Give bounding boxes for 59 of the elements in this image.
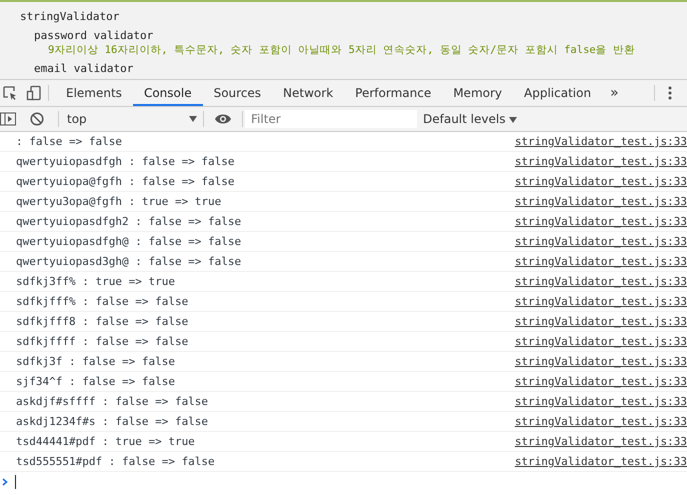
description-text: 9자리이상 16자리이하, 특수문자, 숫자 포함이 아닐때와 5자리 연속숫자, 동일 숫자/문자 포함시 false을 반환 xyxy=(47,43,636,57)
devtools-tab[interactable]: Performance xyxy=(344,80,442,106)
console-message: sdfkjfff% : false => false xyxy=(16,295,190,308)
source-link[interactable]: stringValidator_test.js:33 xyxy=(514,215,687,228)
console-message: qwertyu3opa@fgfh : true => true xyxy=(16,195,222,208)
console-message: tsd555551#pdf : false => false xyxy=(16,455,216,468)
dropdown-caret-icon xyxy=(509,117,518,123)
context-label: top xyxy=(67,112,87,126)
devtools-tab[interactable]: Sources xyxy=(202,80,272,106)
source-link[interactable]: stringValidator_test.js:33 xyxy=(514,255,687,268)
devtools-tab[interactable]: Elements xyxy=(55,80,133,106)
section-heading: email validator xyxy=(33,62,134,76)
source-link[interactable]: stringValidator_test.js:33 xyxy=(514,315,687,328)
console-message: : false => false xyxy=(16,135,123,148)
devtools-tab[interactable]: Application xyxy=(513,80,602,106)
console-message: qwertyuiopasd3gh@ : false => false xyxy=(16,255,242,268)
section-heading: password validator xyxy=(33,29,154,43)
kebab-menu-icon[interactable] xyxy=(667,85,673,101)
console-message: askdj1234f#s : false => false xyxy=(16,415,210,428)
devtools-tab[interactable]: Memory xyxy=(442,80,514,106)
console-message: qwertyuiopa@fgfh : false => false xyxy=(16,175,236,188)
source-link[interactable]: stringValidator_test.js:33 xyxy=(514,435,687,448)
console-input-caret[interactable] xyxy=(15,475,16,489)
clear-console-icon[interactable] xyxy=(30,112,44,126)
console-message: qwertyuiopasdfgh2 : false => false xyxy=(16,215,242,228)
source-link[interactable]: stringValidator_test.js:33 xyxy=(514,175,687,188)
filter-field[interactable]: Filter xyxy=(245,110,417,128)
inspect-icon[interactable] xyxy=(2,85,18,101)
source-link[interactable]: stringValidator_test.js:33 xyxy=(514,295,687,308)
more-tabs-button[interactable]: » xyxy=(602,85,627,101)
console-message: sdfkjfff8 : false => false xyxy=(16,315,190,328)
source-link[interactable]: stringValidator_test.js:33 xyxy=(514,455,687,468)
source-link[interactable]: stringValidator_test.js:33 xyxy=(514,375,687,388)
console-message: tsd44441#pdf : true => true xyxy=(16,435,196,448)
console-message: sdfkj3f : false => false xyxy=(16,355,176,368)
console-message: sdfkj3ff% : true => true xyxy=(16,275,176,288)
console-message: sdfkjffff : false => false xyxy=(16,335,190,348)
console-message: qwertyuiopasdfgh : false => false xyxy=(16,155,236,168)
page-title: stringValidator xyxy=(20,10,120,24)
devtools-tab[interactable]: Network xyxy=(272,80,344,106)
source-link[interactable]: stringValidator_test.js:33 xyxy=(514,195,687,208)
source-link[interactable]: stringValidator_test.js:33 xyxy=(514,355,687,368)
console-message: qwertyuiopasdfgh@ : false => false xyxy=(16,235,242,248)
console-message: askdjf#sffff : false => false xyxy=(16,395,210,408)
source-link[interactable]: stringValidator_test.js:33 xyxy=(514,275,687,288)
context-dropdown[interactable]: top xyxy=(59,112,203,126)
sidebar-toggle-icon[interactable] xyxy=(0,112,16,126)
source-link[interactable]: stringValidator_test.js:33 xyxy=(514,335,687,348)
device-toolbar-icon[interactable] xyxy=(26,85,42,101)
source-link[interactable]: stringValidator_test.js:33 xyxy=(514,135,687,148)
eye-icon[interactable] xyxy=(214,113,232,125)
prompt-chevron-icon xyxy=(2,478,8,486)
console-message: sjf34^f : false => false xyxy=(16,375,176,388)
source-link[interactable]: stringValidator_test.js:33 xyxy=(514,235,687,248)
source-link[interactable]: stringValidator_test.js:33 xyxy=(514,415,687,428)
source-link[interactable]: stringValidator_test.js:33 xyxy=(514,395,687,408)
source-link[interactable]: stringValidator_test.js:33 xyxy=(514,155,687,168)
dropdown-caret-icon xyxy=(189,116,197,122)
log-levels-dropdown[interactable]: Default levels xyxy=(423,112,518,126)
